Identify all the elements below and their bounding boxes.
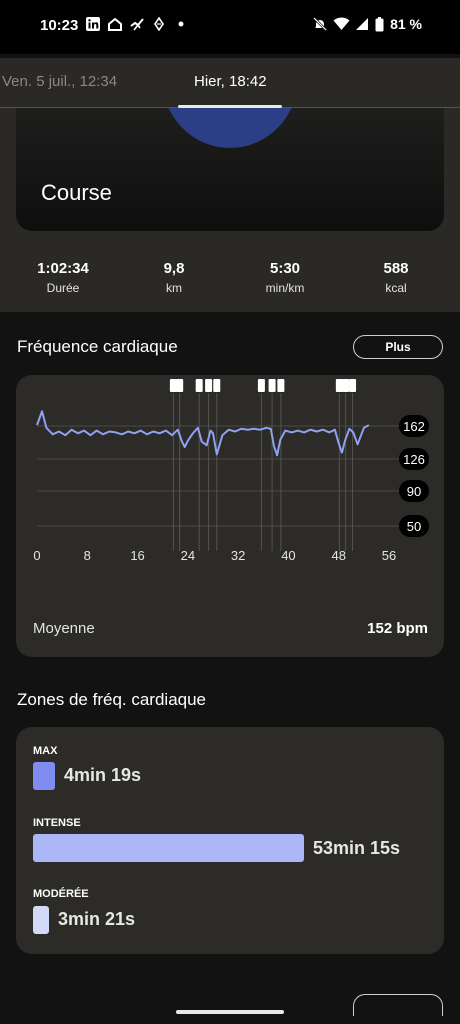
signal-icon xyxy=(356,18,369,30)
activity-stats: 1:02:34 Durée 9,8 km 5:30 min/km 588 kca… xyxy=(0,260,460,300)
stat-label: Durée xyxy=(46,281,80,295)
y-tick-label: 90 xyxy=(407,484,421,499)
battery-level: 81 % xyxy=(390,16,422,32)
tab-current-session[interactable]: Hier, 18:42 xyxy=(194,73,267,90)
x-tick-label: 24 xyxy=(181,548,195,563)
status-time: 10:23 xyxy=(40,17,79,34)
stat-label: km xyxy=(166,281,182,295)
pause-marker xyxy=(195,379,203,392)
y-tick-label: 126 xyxy=(403,452,425,467)
strava-icon xyxy=(130,18,144,31)
pause-marker xyxy=(349,379,357,392)
session-tabs: Ven. 5 juil., 12:34 Hier, 18:42 xyxy=(0,58,460,108)
stat-value: 1:02:34 xyxy=(37,260,89,277)
zone-label-max: MAX xyxy=(33,745,58,757)
zone-label-intense: INTENSE xyxy=(33,817,81,829)
x-tick-label: 8 xyxy=(84,548,91,563)
dot-icon xyxy=(178,21,184,27)
status-bar: 10:23 81 % xyxy=(0,0,460,54)
zone-bar-intense xyxy=(33,834,304,862)
heart-rate-card: 162 126 90 50 0 8 16 24 32 40 48 56 Moyenne 152 bpm xyxy=(16,375,444,657)
pause-marker xyxy=(176,379,184,392)
stat-value: 5:30 xyxy=(269,260,301,277)
x-tick-label: 56 xyxy=(382,548,396,563)
gesture-home-bar[interactable] xyxy=(176,1010,284,1014)
wifi-icon xyxy=(333,17,350,30)
stat-distance: 9,8 km xyxy=(129,260,219,295)
stat-calories: 588 kcal xyxy=(351,260,441,295)
home-icon xyxy=(108,17,122,31)
stat-label: kcal xyxy=(385,281,407,295)
y-tick-label: 50 xyxy=(407,519,421,534)
activity-title: Course xyxy=(41,180,112,205)
stat-duration: 1:02:34 Durée xyxy=(18,260,108,295)
activity-summary: Course 1:02:34 Durée 9,8 km 5:30 min/km … xyxy=(0,108,460,312)
pause-marker xyxy=(205,379,213,392)
average-label: Moyenne xyxy=(33,620,95,637)
mute-icon xyxy=(313,17,327,31)
activity-graphic xyxy=(162,108,298,148)
stat-label: min/km xyxy=(265,281,305,295)
x-tick-label: 0 xyxy=(33,548,40,563)
zone-value-max: 4min 19s xyxy=(64,765,142,785)
linkedin-icon xyxy=(86,17,100,31)
stat-value: 9,8 xyxy=(163,260,185,277)
y-tick-label: 162 xyxy=(403,419,425,434)
zones-title: Zones de fréq. cardiaque xyxy=(17,690,207,709)
x-tick-label: 32 xyxy=(231,548,245,563)
next-section-button[interactable] xyxy=(353,994,443,1016)
pause-marker xyxy=(257,379,265,392)
pause-marker xyxy=(277,379,285,392)
zone-value-intense: 53min 15s xyxy=(313,838,401,858)
zone-bar-moderate xyxy=(33,906,49,934)
stat-value: 588 xyxy=(383,260,409,277)
heart-rate-chart: 162 126 90 50 0 8 16 24 32 40 48 56 xyxy=(33,379,429,563)
zones-card: MAX 4min 19s INTENSE 53min 15s MODÉRÉE 3… xyxy=(16,727,444,954)
battery-icon xyxy=(375,16,384,31)
system-icons: 81 % xyxy=(313,16,422,32)
x-tick-label: 16 xyxy=(130,548,144,563)
x-tick-label: 48 xyxy=(331,548,345,563)
pause-marker xyxy=(268,379,276,392)
x-tick-label: 40 xyxy=(281,548,295,563)
pause-marker xyxy=(342,379,350,392)
pause-marker xyxy=(169,379,177,392)
heart-rate-title: Fréquence cardiaque xyxy=(17,337,178,356)
zone-value-moderate: 3min 21s xyxy=(58,909,136,929)
activity-card: Course xyxy=(16,108,444,231)
notification-icons xyxy=(86,17,188,31)
diamond-icon xyxy=(154,17,164,31)
more-button[interactable]: Plus xyxy=(353,335,443,359)
tab-previous-session[interactable]: Ven. 5 juil., 12:34 xyxy=(2,73,117,90)
average-value: 152 bpm xyxy=(367,620,428,637)
heart-rate-series-line xyxy=(36,410,370,457)
zone-label-moderate: MODÉRÉE xyxy=(33,888,89,900)
zone-bar-max xyxy=(33,762,55,790)
pause-marker xyxy=(335,379,343,392)
stat-pace: 5:30 min/km xyxy=(240,260,330,295)
pause-marker xyxy=(213,379,221,392)
